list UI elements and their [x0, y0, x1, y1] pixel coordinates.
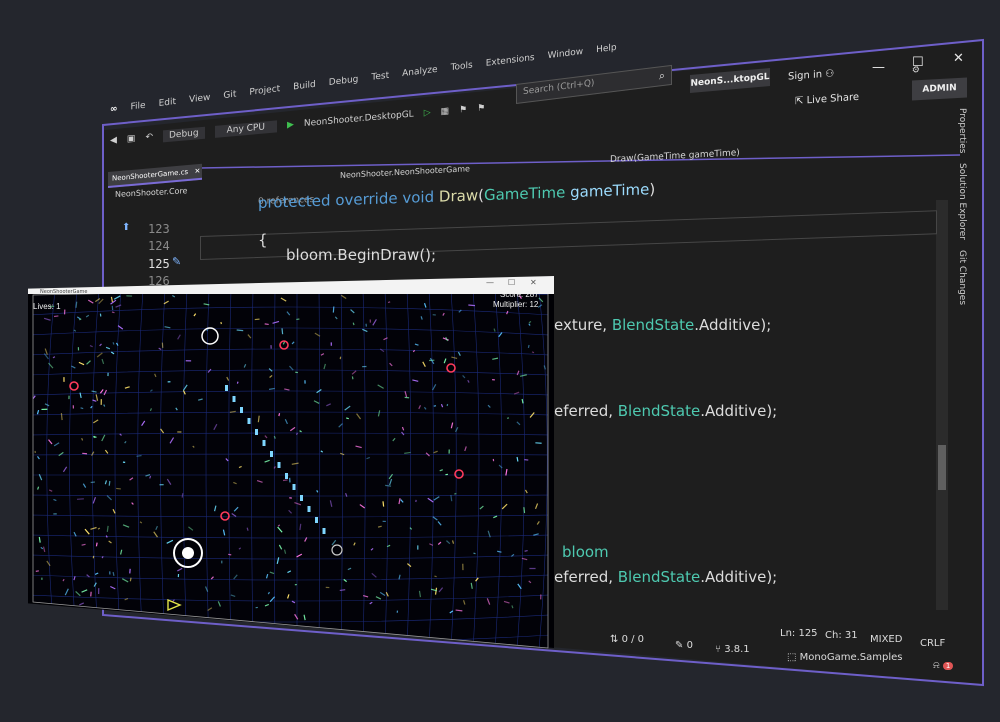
status-column[interactable]: Ch: 31	[825, 630, 858, 641]
run-target-label[interactable]: NeonShooter.DesktopGL	[304, 109, 414, 129]
status-line[interactable]: Ln: 125	[780, 628, 818, 639]
code-function: Draw	[438, 186, 479, 206]
game-maximize-icon[interactable]: ☐	[508, 278, 515, 287]
hud-score: Score: 287	[500, 290, 539, 299]
side-tab-solution-explorer[interactable]: Solution Explorer	[957, 163, 967, 240]
notifications-button[interactable]: ⍾ 1	[933, 660, 954, 671]
config-dropdown[interactable]: Debug	[162, 126, 205, 143]
code-text: .Additive);	[694, 316, 772, 334]
game-close-icon[interactable]: ✕	[530, 278, 537, 287]
menu-debug[interactable]: Debug	[329, 75, 359, 89]
code-keyword: void	[402, 187, 435, 207]
scroll-thumb[interactable]	[938, 445, 946, 490]
menu-view[interactable]: View	[189, 93, 210, 106]
override-glyph-icon[interactable]: ⬆	[122, 222, 130, 233]
tab-close-icon[interactable]: ✕	[194, 167, 200, 176]
side-tool-tabs: Properties Solution Explorer Git Changes	[957, 108, 973, 318]
code-type: BlendState	[617, 402, 701, 420]
pencil-icon: ✎	[675, 640, 684, 651]
status-branch[interactable]: ⑂ 3.8.1	[715, 644, 750, 655]
menu-build[interactable]: Build	[293, 80, 316, 93]
settings-icon[interactable]: ⚙	[912, 65, 920, 76]
code-line-125[interactable]: bloom.BeginDraw();	[286, 246, 436, 264]
menu-project[interactable]: Project	[249, 84, 280, 98]
code-param: gameTime	[570, 180, 650, 202]
branch-name: 3.8.1	[724, 644, 750, 655]
git-changes-count: 0 / 0	[621, 634, 645, 645]
code-line-partial-d[interactable]: eferred, BlendState.Additive);	[554, 568, 777, 586]
repo-icon: ⬚	[787, 652, 797, 663]
code-text: eferred,	[554, 568, 618, 586]
notification-count: 1	[942, 662, 954, 670]
menu-window[interactable]: Window	[548, 47, 584, 61]
undo-icon[interactable]: ↶	[145, 132, 153, 143]
admin-badge[interactable]: ADMIN	[912, 77, 967, 101]
run-icon[interactable]: ▶	[287, 120, 294, 131]
code-identifier: bloom	[562, 543, 609, 561]
run-without-debug-icon[interactable]: ▷	[424, 108, 431, 119]
close-icon[interactable]: ✕	[953, 51, 964, 66]
code-line-partial-b[interactable]: eferred, BlendState.Additive);	[554, 402, 777, 420]
line-number-125: 125	[148, 257, 170, 271]
back-icon[interactable]: ◀	[110, 135, 117, 146]
line-number-123: 123	[148, 222, 170, 236]
status-git-changes[interactable]: ⇅ 0 / 0	[610, 634, 644, 645]
live-share-icon: ⇱	[795, 95, 804, 108]
menu-test[interactable]: Test	[371, 71, 389, 83]
side-tab-properties[interactable]: Properties	[957, 108, 967, 153]
menu-help[interactable]: Help	[596, 43, 617, 56]
hud-lives: Lives: 1	[33, 302, 61, 311]
game-minimize-icon[interactable]: —	[486, 278, 494, 287]
code-keyword: protected	[258, 191, 331, 212]
code-line-124[interactable]: {	[258, 231, 268, 249]
save-icon[interactable]: ▣	[127, 134, 136, 145]
branch-icon: ⑂	[715, 644, 721, 655]
code-type: BlendState	[611, 316, 695, 334]
menu-edit[interactable]: Edit	[159, 97, 176, 109]
sync-icon: ⇅	[610, 634, 619, 645]
code-line-partial-a[interactable]: exture, BlendState.Additive);	[554, 316, 771, 334]
bell-icon: ⍾	[933, 660, 940, 671]
status-eol[interactable]: CRLF	[920, 638, 945, 649]
menu-analyze[interactable]: Analyze	[402, 65, 437, 79]
menu-git[interactable]: Git	[223, 89, 236, 101]
status-indent[interactable]: MIXED	[870, 634, 902, 645]
edit-pencil-icon: ✎	[172, 255, 182, 268]
menu-tools[interactable]: Tools	[451, 60, 473, 73]
status-repo[interactable]: ⬚ MonoGame.Samples	[787, 652, 903, 663]
status-bar: Ln: 125 Ch: 31 MIXED CRLF ⇅ 0 / 0 ✎ 0 ⑂ …	[555, 626, 980, 674]
code-text: .Additive);	[700, 568, 778, 586]
bookmark-icon[interactable]: ⚑	[459, 105, 467, 116]
vs-logo-icon: ∞	[110, 104, 118, 115]
code-text: .Additive);	[700, 402, 778, 420]
line-number-124: 124	[148, 239, 170, 253]
edits-count: 0	[686, 640, 693, 651]
code-text: exture,	[554, 316, 612, 334]
status-edits[interactable]: ✎ 0	[675, 640, 693, 651]
menu-file[interactable]: File	[131, 101, 146, 113]
editor-scrollbar[interactable]	[936, 200, 948, 610]
bookmark-next-icon[interactable]: ⚑	[477, 103, 485, 114]
game-window[interactable]	[28, 276, 554, 648]
side-tab-git-changes[interactable]: Git Changes	[957, 250, 967, 305]
tab-label: NeonShooterGame.cs	[112, 167, 189, 183]
hud-multiplier: Multiplier: 12	[493, 300, 539, 309]
code-type: BlendState	[617, 568, 701, 586]
layout-icon[interactable]: ▦	[441, 106, 450, 117]
code-punct: )	[649, 180, 656, 199]
code-text: eferred,	[554, 402, 618, 420]
repo-name: MonoGame.Samples	[799, 652, 903, 663]
menu-extensions[interactable]: Extensions	[486, 53, 535, 69]
code-line-partial-c[interactable]: bloom	[562, 543, 609, 561]
game-title: NeonShooterGame	[40, 289, 88, 295]
code-keyword: override	[335, 189, 398, 210]
code-type: GameTime	[483, 183, 566, 205]
platform-dropdown[interactable]: Any CPU	[214, 120, 277, 138]
